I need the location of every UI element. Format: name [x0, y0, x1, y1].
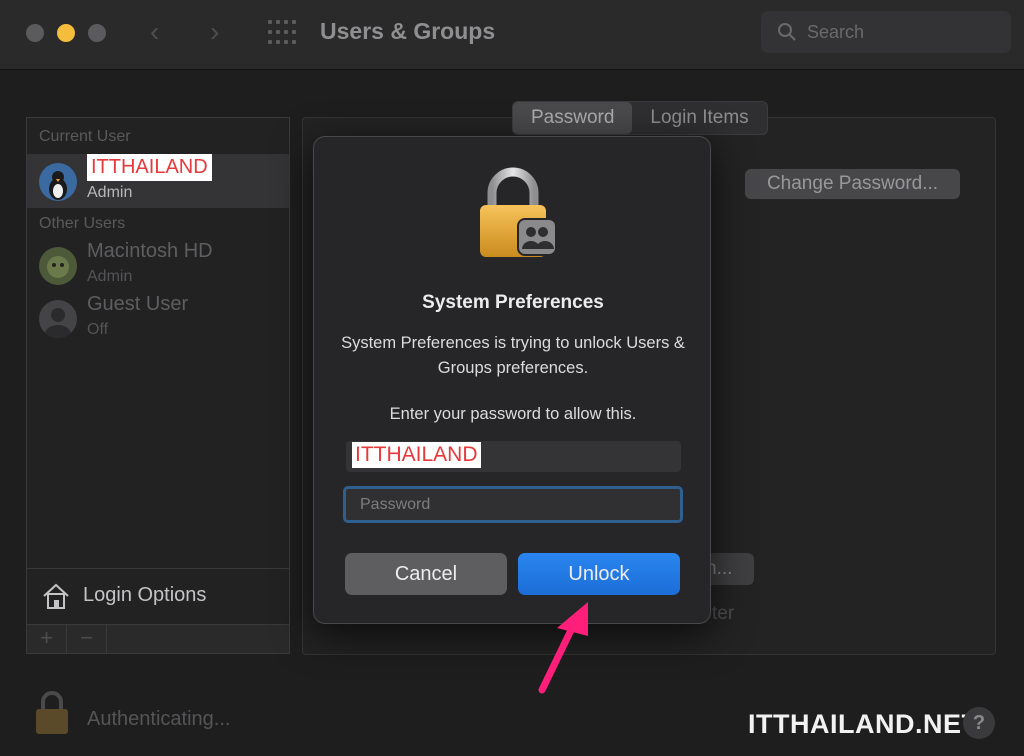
- house-icon: [43, 583, 69, 609]
- window-title: Users & Groups: [320, 18, 496, 44]
- add-user-button[interactable]: +: [27, 625, 67, 653]
- authentication-dialog: System Preferences System Preferences is…: [313, 136, 711, 624]
- login-options-label: Login Options: [83, 584, 207, 606]
- show-all-grid-icon[interactable]: [268, 20, 298, 46]
- user-row-macintosh-hd[interactable]: Macintosh HD Admin: [27, 238, 289, 292]
- obscured-text: ter: [712, 603, 735, 624]
- sidebar-bottom-bar: + −: [26, 624, 290, 654]
- back-arrow-icon[interactable]: ‹: [150, 16, 159, 48]
- remove-user-button[interactable]: −: [67, 625, 107, 653]
- password-field[interactable]: [343, 486, 683, 523]
- annotation-arrow-icon: [538, 602, 588, 694]
- username-value: ITTHAILAND: [352, 442, 481, 468]
- search-input[interactable]: [807, 11, 997, 53]
- other-users-header: Other Users: [39, 215, 126, 232]
- dialog-title: System Preferences: [422, 292, 604, 313]
- current-user-name: ITTHAILAND: [87, 154, 212, 181]
- dialog-prompt: Enter your password to allow this.: [389, 405, 637, 423]
- user-role: Off: [87, 321, 109, 338]
- user-avatar: [39, 247, 77, 285]
- search-field[interactable]: [761, 11, 1011, 53]
- close-window-button[interactable]: [26, 24, 44, 42]
- search-icon: [778, 23, 796, 41]
- current-user-row[interactable]: ITTHAILAND Admin: [27, 154, 289, 208]
- lock-users-icon: [480, 167, 557, 257]
- current-user-header: Current User: [39, 128, 131, 145]
- current-user-avatar: [39, 163, 77, 201]
- current-user-role: Admin: [87, 184, 133, 201]
- help-button[interactable]: ?: [963, 707, 995, 739]
- tab-password[interactable]: Password: [513, 102, 633, 134]
- dialog-message: System Preferences is trying to unlock U…: [341, 334, 685, 377]
- lock-icon[interactable]: [34, 690, 70, 736]
- unlock-button[interactable]: Unlock: [518, 553, 680, 595]
- authenticating-status: Authenticating...: [87, 708, 231, 730]
- change-password-button[interactable]: Change Password...: [745, 169, 960, 199]
- user-name: Guest User: [87, 293, 189, 315]
- users-sidebar: Current User ITTHAILAND Admin Other User…: [26, 117, 290, 654]
- tab-login-items[interactable]: Login Items: [632, 102, 766, 134]
- guest-avatar-icon: [39, 300, 77, 338]
- window-titlebar: ‹ › Users & Groups: [0, 0, 1024, 70]
- watermark-text: ITTHAILAND.NET: [748, 709, 979, 739]
- cancel-button[interactable]: Cancel: [345, 553, 507, 595]
- user-row-guest[interactable]: Guest User Off: [27, 291, 289, 345]
- user-role: Admin: [87, 268, 133, 285]
- zoom-window-button[interactable]: [88, 24, 106, 42]
- user-name: Macintosh HD: [87, 240, 213, 262]
- username-field[interactable]: ITTHAILAND: [346, 441, 681, 472]
- login-options-item[interactable]: Login Options: [27, 568, 289, 620]
- forward-arrow-icon[interactable]: ›: [210, 16, 219, 48]
- tab-bar: Password Login Items: [512, 101, 768, 135]
- minimize-window-button[interactable]: [57, 24, 75, 42]
